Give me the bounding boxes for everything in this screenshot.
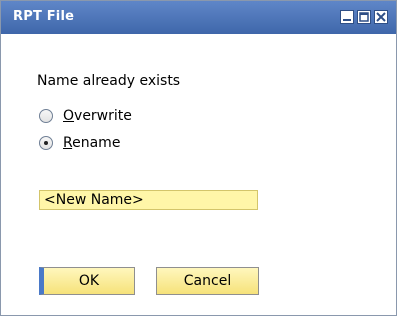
maximize-button[interactable] [357,10,371,24]
overwrite-radio[interactable] [39,109,53,123]
rename-radio[interactable] [39,136,53,150]
minimize-icon [343,19,351,21]
overwrite-label-rest: verwrite [74,108,132,124]
close-button[interactable] [374,10,388,24]
rpt-file-dialog: RPT File Name already exists Overwrite R… [0,0,397,316]
rename-label-rest: ename [72,135,121,151]
rename-access-key: R [63,135,73,151]
message-text: Name already exists [37,73,181,89]
overwrite-option[interactable]: Overwrite [39,108,132,124]
overwrite-access-key: O [63,108,75,124]
overwrite-label: Overwrite [63,108,132,124]
maximize-icon [359,12,369,22]
new-name-input[interactable]: <New Name> [39,190,258,210]
cancel-button[interactable]: Cancel [156,267,259,295]
minimize-button[interactable] [340,10,354,24]
title-bar[interactable]: RPT File [1,1,396,34]
ok-button[interactable]: OK [39,267,135,295]
close-icon [376,12,386,22]
rename-label: Rename [63,135,120,151]
rename-option[interactable]: Rename [39,135,120,151]
window-title: RPT File [13,9,75,24]
